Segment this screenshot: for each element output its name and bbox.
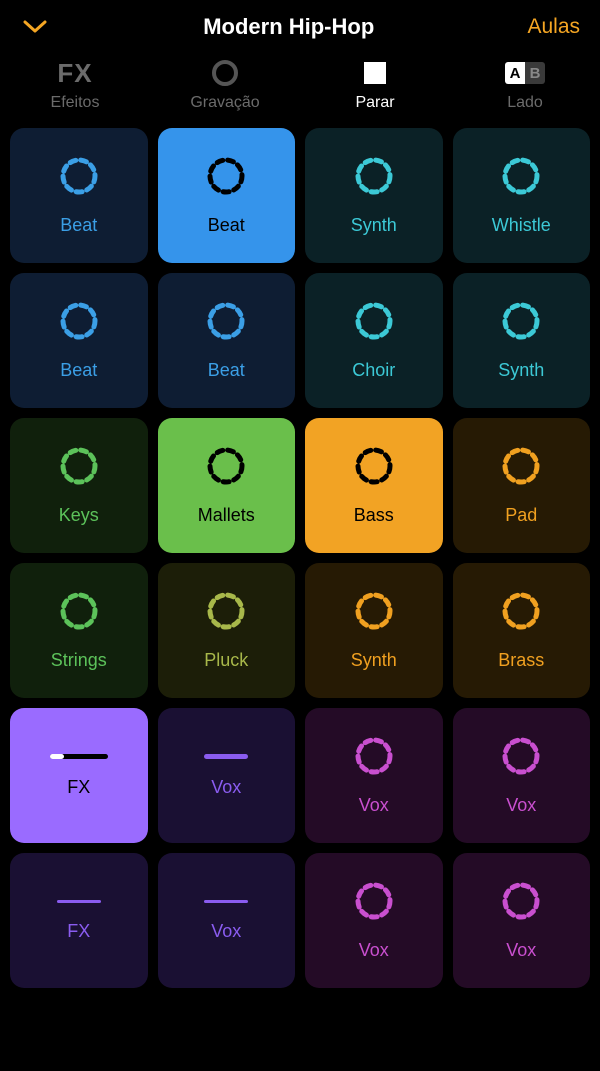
pad-label: Beat bbox=[60, 215, 97, 236]
pad-label: FX bbox=[67, 921, 90, 942]
pad-2-1[interactable]: Mallets bbox=[158, 418, 296, 553]
pad-2-0[interactable]: Keys bbox=[10, 418, 148, 553]
pad-label: Beat bbox=[208, 215, 245, 236]
loop-ring-icon bbox=[353, 880, 395, 922]
pad-label: Vox bbox=[506, 795, 536, 816]
pad-label: Mallets bbox=[198, 505, 255, 526]
loop-ring-icon bbox=[353, 300, 395, 342]
ab-icon: AB bbox=[505, 62, 545, 84]
loop-ring-icon bbox=[353, 735, 395, 777]
pad-5-0[interactable]: FX bbox=[10, 853, 148, 988]
pad-4-2[interactable]: Vox bbox=[305, 708, 443, 843]
loop-ring-icon bbox=[500, 735, 542, 777]
pad-label: Bass bbox=[354, 505, 394, 526]
pad-label: Strings bbox=[51, 650, 107, 671]
progress-icon bbox=[50, 754, 108, 759]
pad-3-0[interactable]: Strings bbox=[10, 563, 148, 698]
pad-0-1[interactable]: Beat bbox=[158, 128, 296, 263]
record-icon bbox=[212, 60, 238, 86]
loop-ring-icon bbox=[500, 590, 542, 632]
page-title: Modern Hip-Hop bbox=[50, 14, 527, 40]
loop-ring-icon bbox=[58, 155, 100, 197]
loop-ring-icon bbox=[58, 590, 100, 632]
pad-label: Pluck bbox=[204, 650, 248, 671]
pad-label: FX bbox=[67, 777, 90, 798]
stop-icon bbox=[364, 62, 386, 84]
pad-3-1[interactable]: Pluck bbox=[158, 563, 296, 698]
stop-label: Parar bbox=[355, 94, 394, 112]
pad-4-1[interactable]: Vox bbox=[158, 708, 296, 843]
pad-0-3[interactable]: Whistle bbox=[453, 128, 591, 263]
record-label: Gravação bbox=[190, 94, 259, 112]
pad-label: Keys bbox=[59, 505, 99, 526]
side-tool[interactable]: AB Lado bbox=[450, 58, 600, 112]
pad-5-3[interactable]: Vox bbox=[453, 853, 591, 988]
loop-ring-icon bbox=[205, 155, 247, 197]
loop-ring-icon bbox=[205, 590, 247, 632]
fx-icon: FX bbox=[57, 58, 92, 89]
chevron-down-icon bbox=[23, 20, 47, 34]
pad-label: Whistle bbox=[492, 215, 551, 236]
pad-label: Vox bbox=[211, 921, 241, 942]
loop-ring-icon bbox=[500, 155, 542, 197]
pad-3-3[interactable]: Brass bbox=[453, 563, 591, 698]
stop-tool[interactable]: Parar bbox=[300, 58, 450, 112]
pad-5-2[interactable]: Vox bbox=[305, 853, 443, 988]
pad-label: Vox bbox=[359, 940, 389, 961]
pad-grid: Beat Beat Synth Whistle Beat Beat Choir Synth Ke… bbox=[0, 128, 600, 988]
pad-1-3[interactable]: Synth bbox=[453, 273, 591, 408]
loop-ring-icon bbox=[500, 445, 542, 487]
pad-5-1[interactable]: Vox bbox=[158, 853, 296, 988]
toolbar: FX Efeitos Gravação Parar AB Lado bbox=[0, 50, 600, 128]
loop-ring-icon bbox=[500, 880, 542, 922]
loop-ring-icon bbox=[58, 445, 100, 487]
fx-label: Efeitos bbox=[51, 94, 100, 112]
pad-label: Synth bbox=[351, 650, 397, 671]
collapse-button[interactable] bbox=[20, 12, 50, 42]
pad-2-2[interactable]: Bass bbox=[305, 418, 443, 553]
pad-1-0[interactable]: Beat bbox=[10, 273, 148, 408]
lessons-button[interactable]: Aulas bbox=[527, 15, 580, 39]
pad-label: Vox bbox=[211, 777, 241, 798]
pad-label: Beat bbox=[208, 360, 245, 381]
header: Modern Hip-Hop Aulas bbox=[0, 0, 600, 50]
pad-label: Vox bbox=[506, 940, 536, 961]
pad-1-1[interactable]: Beat bbox=[158, 273, 296, 408]
pad-4-0[interactable]: FX bbox=[10, 708, 148, 843]
line-icon bbox=[204, 754, 248, 759]
side-label: Lado bbox=[507, 94, 543, 112]
loop-ring-icon bbox=[500, 300, 542, 342]
pad-label: Synth bbox=[351, 215, 397, 236]
pad-1-2[interactable]: Choir bbox=[305, 273, 443, 408]
line-icon bbox=[57, 900, 101, 903]
pad-label: Choir bbox=[352, 360, 395, 381]
pad-0-0[interactable]: Beat bbox=[10, 128, 148, 263]
pad-label: Pad bbox=[505, 505, 537, 526]
pad-label: Beat bbox=[60, 360, 97, 381]
pad-2-3[interactable]: Pad bbox=[453, 418, 591, 553]
pad-3-2[interactable]: Synth bbox=[305, 563, 443, 698]
pad-0-2[interactable]: Synth bbox=[305, 128, 443, 263]
loop-ring-icon bbox=[353, 155, 395, 197]
pad-label: Brass bbox=[498, 650, 544, 671]
loop-ring-icon bbox=[205, 445, 247, 487]
loop-ring-icon bbox=[205, 300, 247, 342]
record-tool[interactable]: Gravação bbox=[150, 58, 300, 112]
loop-ring-icon bbox=[58, 300, 100, 342]
pad-label: Synth bbox=[498, 360, 544, 381]
pad-4-3[interactable]: Vox bbox=[453, 708, 591, 843]
loop-ring-icon bbox=[353, 590, 395, 632]
line-icon bbox=[204, 900, 248, 903]
pad-label: Vox bbox=[359, 795, 389, 816]
loop-ring-icon bbox=[353, 445, 395, 487]
fx-tool[interactable]: FX Efeitos bbox=[0, 58, 150, 112]
